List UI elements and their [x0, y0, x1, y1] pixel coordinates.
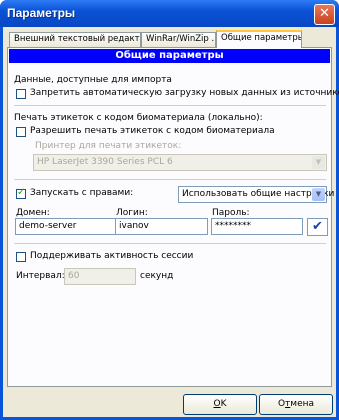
printer-value: HP LaserJet 3390 Series PCL 6	[37, 157, 173, 167]
cancel-first: О	[277, 399, 286, 409]
keep-alive-checkbox[interactable]	[16, 252, 26, 262]
run-as-label[interactable]: Запускать с правами:	[30, 188, 133, 198]
printer-label: Принтер для печати этикеток:	[35, 141, 182, 151]
import-group-title: Данные, доступные для импорта	[14, 75, 172, 85]
block-auto-load-checkbox[interactable]	[16, 89, 26, 99]
password-field[interactable]: ********	[211, 218, 303, 235]
allow-print-label[interactable]: Разрешить печать этикеток с кодом биомат…	[30, 126, 275, 136]
panel-header: Общие параметры	[9, 49, 330, 63]
window-title: Параметры	[7, 6, 76, 20]
interval-label: Интервал:	[16, 271, 65, 281]
ok-accel: O	[213, 399, 221, 409]
block-auto-load-label[interactable]: Запретить автоматическую загрузку новых …	[30, 88, 339, 98]
ok-rest: K	[220, 399, 227, 409]
check-icon[interactable]: ✔	[307, 218, 328, 236]
tab-external-editor[interactable]: Внешний текстовый редактор	[9, 32, 141, 47]
password-label: Пароль:	[212, 208, 250, 218]
chevron-down-icon: ▼	[312, 156, 325, 169]
allow-print-checkbox[interactable]	[16, 127, 26, 137]
dialog-client: Внешний текстовый редактор WinRar/WinZip…	[3, 27, 339, 417]
run-as-checkbox[interactable]	[16, 187, 26, 199]
interval-field: 60	[64, 268, 136, 285]
tab-general-settings[interactable]: Общие параметры	[216, 30, 302, 48]
dialog-window: Параметры ✕ Внешний текстовый редактор W…	[0, 0, 339, 420]
domain-label: Домен:	[16, 208, 50, 218]
chevron-down-icon[interactable]: ▼	[312, 188, 325, 201]
interval-unit: секунд	[140, 271, 174, 281]
tab-panel-general: Общие параметры Данные, доступные для им…	[7, 47, 339, 387]
run-as-mode-select[interactable]: Использовать общие настройки ▼	[178, 186, 334, 203]
divider	[14, 105, 326, 106]
close-button[interactable]: ✕	[314, 4, 335, 25]
login-label: Логин:	[116, 208, 148, 218]
cancel-button[interactable]: Отмена	[259, 394, 333, 415]
keep-alive-label[interactable]: Поддерживать активность сессии	[30, 251, 193, 261]
tab-winrar-winzip[interactable]: WinRar/WinZip ...	[141, 32, 216, 47]
ok-button[interactable]: OK	[183, 394, 257, 415]
divider	[14, 243, 326, 244]
title-bar[interactable]: Параметры ✕	[0, 0, 339, 27]
divider	[14, 179, 326, 180]
printer-select: HP LaserJet 3390 Series PCL 6 ▼	[33, 154, 327, 171]
labels-group-title: Печать этикеток с кодом биоматериала (ло…	[14, 113, 263, 123]
login-field[interactable]: ivanov	[115, 218, 208, 235]
cancel-rest: мена	[290, 399, 315, 409]
close-icon: ✕	[319, 6, 330, 21]
